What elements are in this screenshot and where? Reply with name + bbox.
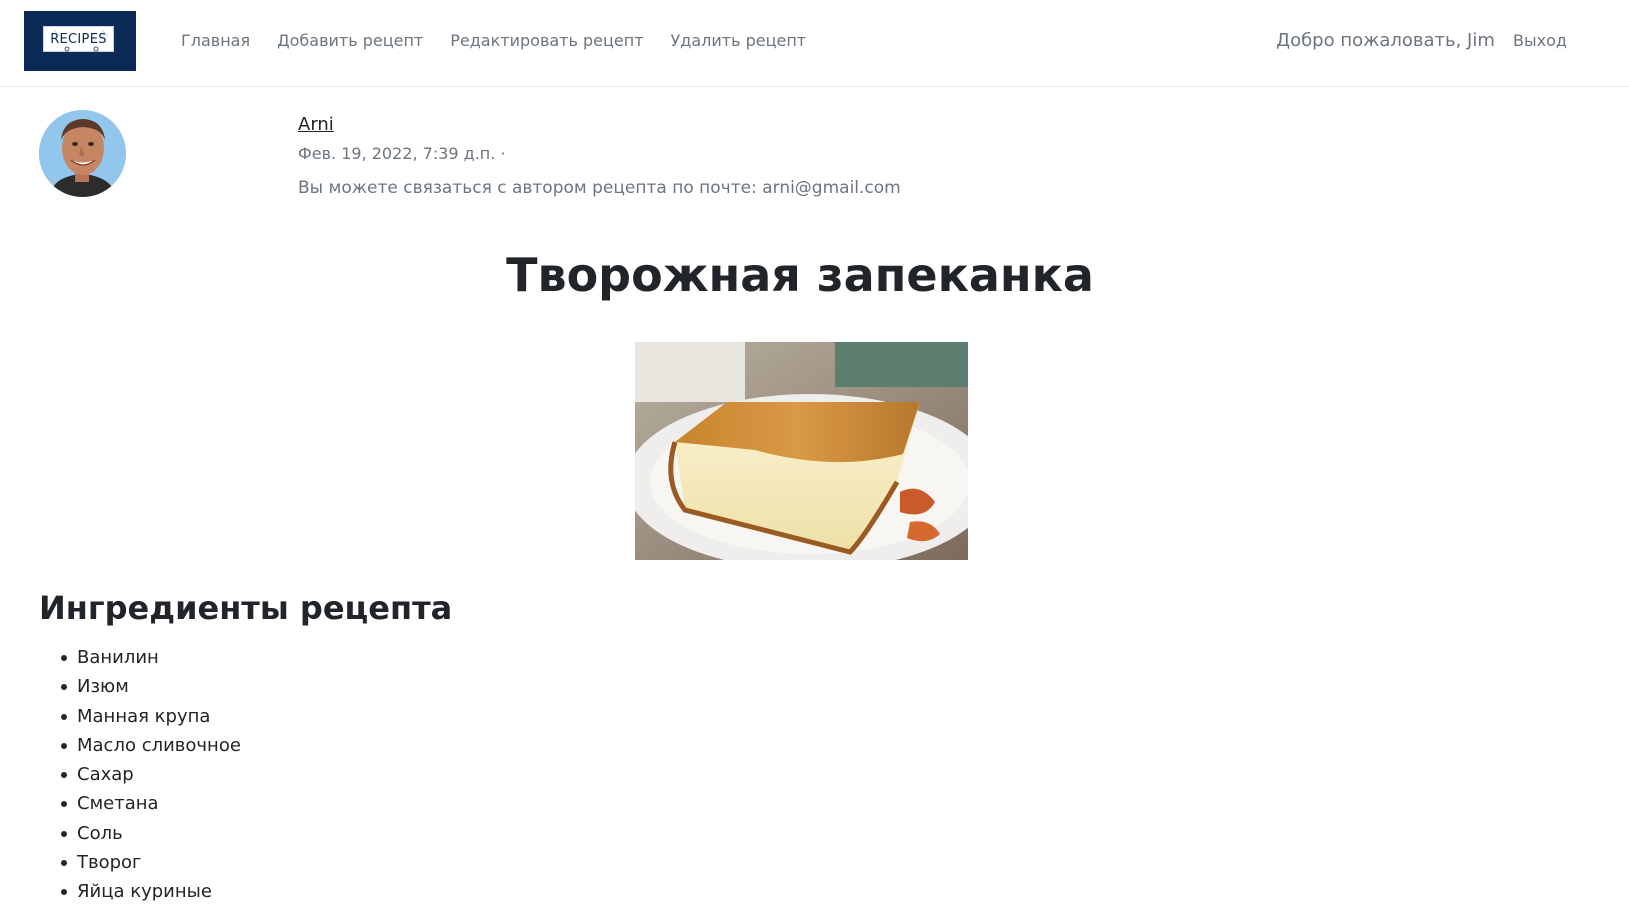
ingredient-item: Сметана (59, 789, 241, 818)
avatar-image (39, 110, 126, 197)
ingredients-list: Ванилин Изюм Манная крупа Масло сливочно… (59, 643, 241, 907)
nav-link-delete-recipe[interactable]: Удалить рецепт (671, 30, 807, 52)
recipe-photo (635, 342, 968, 560)
author-name-link[interactable]: Arni (298, 113, 334, 137)
logout-link[interactable]: Выход (1513, 30, 1567, 52)
main-nav: Главная Добавить рецепт Редактировать ре… (181, 30, 833, 52)
ingredient-item: Яйца куриные (59, 877, 241, 906)
casserole-image (635, 342, 968, 560)
nav-link-add-recipe[interactable]: Добавить рецепт (277, 30, 423, 52)
nav-link-edit-recipe[interactable]: Редактировать рецепт (450, 30, 643, 52)
logo-decoration-icon (53, 29, 109, 52)
welcome-text: Добро пожаловать, Jim (1276, 30, 1495, 51)
post-date: Фев. 19, 2022, 7:39 д.п. · (298, 144, 506, 163)
ingredient-item: Масло сливочное (59, 731, 241, 760)
ingredient-item: Творог (59, 848, 241, 877)
brand-logo-plate: RECIPES (43, 26, 114, 52)
recipe-title: Творожная запеканка (506, 248, 1094, 302)
ingredient-item: Соль (59, 819, 241, 848)
author-avatar (39, 110, 126, 197)
ingredient-item: Изюм (59, 672, 241, 701)
ingredients-heading: Ингредиенты рецепта (39, 589, 453, 627)
top-navbar: RECIPES Главная Добавить рецепт Редактир… (0, 0, 1629, 87)
nav-link-home[interactable]: Главная (181, 30, 250, 52)
brand-logo[interactable]: RECIPES (24, 11, 136, 71)
ingredient-item: Сахар (59, 760, 241, 789)
ingredient-item: Ванилин (59, 643, 241, 672)
author-contact-text: Вы можете связаться с автором рецепта по… (298, 178, 901, 198)
ingredient-item: Манная крупа (59, 702, 241, 731)
